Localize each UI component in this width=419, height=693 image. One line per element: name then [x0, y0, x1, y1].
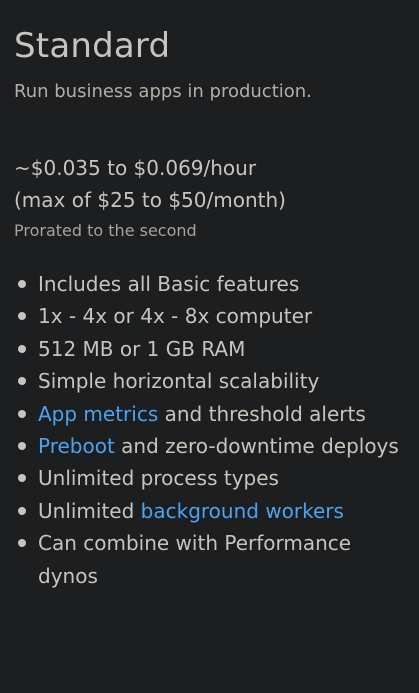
feature-item: 1x - 4x or 4x - 8x computer	[14, 300, 414, 332]
feature-text: Can combine with Performance dynos	[38, 531, 352, 588]
feature-item: Can combine with Performance dynos	[14, 527, 414, 592]
feature-item: Preboot and zero-downtime deploys	[14, 430, 414, 462]
plan-subtitle: Run business apps in production.	[14, 81, 312, 102]
price-hourly: ~$0.035 to $0.069/hour	[14, 156, 257, 180]
bullet-icon	[18, 474, 26, 483]
feature-item: Unlimited background workers	[14, 495, 414, 527]
feature-text: and threshold alerts	[158, 401, 366, 426]
feature-text: Unlimited	[38, 498, 141, 523]
background-workers-link[interactable]: background workers	[141, 499, 344, 523]
bullet-icon	[18, 280, 26, 288]
bullet-icon	[18, 409, 26, 418]
feature-text: Unlimited process types	[38, 466, 279, 491]
feature-item: Includes all Basic features	[14, 268, 414, 300]
plan-price: ~$0.035 to $0.069/hour (max of $25 to $5…	[14, 152, 414, 216]
price-monthly: (max of $25 to $50/month)	[14, 188, 286, 212]
feature-item: Simple horizontal scalability	[14, 365, 414, 397]
bullet-icon	[18, 312, 26, 321]
bullet-icon	[18, 506, 26, 515]
bullet-icon	[18, 377, 26, 386]
feature-item: 512 MB or 1 GB RAM	[14, 333, 414, 365]
feature-item: Unlimited process types	[14, 462, 414, 494]
feature-text: Simple horizontal scalability	[38, 369, 320, 394]
app-metrics-link[interactable]: App metrics	[38, 402, 158, 426]
prorated-note: Prorated to the second	[14, 221, 197, 240]
plan-card: Standard Run business apps in production…	[14, 24, 414, 592]
feature-item: App metrics and threshold alerts	[14, 398, 414, 430]
feature-text: 1x - 4x or 4x - 8x computer	[38, 304, 313, 329]
feature-list: Includes all Basic features 1x - 4x or 4…	[14, 268, 414, 592]
plan-title: Standard	[14, 26, 171, 66]
bullet-icon	[18, 539, 26, 548]
feature-text: and zero-downtime deploys	[114, 434, 399, 459]
bullet-icon	[18, 442, 26, 451]
feature-text: 512 MB or 1 GB RAM	[38, 336, 246, 361]
preboot-link[interactable]: Preboot	[38, 434, 115, 458]
bullet-icon	[18, 344, 26, 353]
feature-text: Includes all Basic features	[38, 272, 300, 296]
